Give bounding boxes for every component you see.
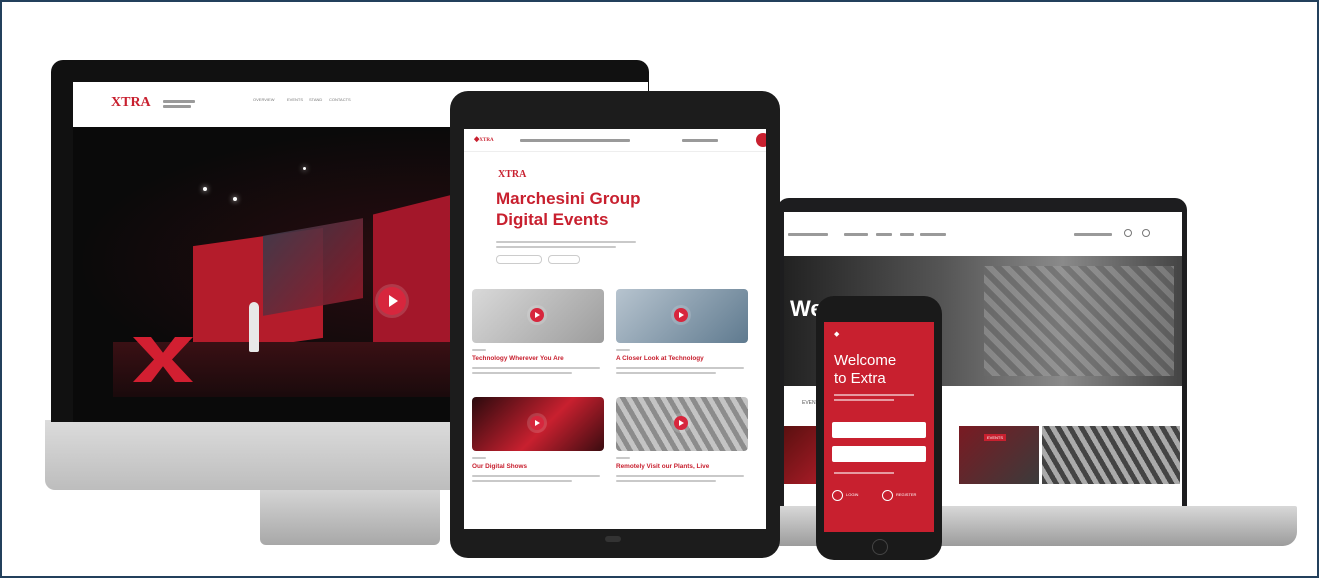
- tablet-card-1-play[interactable]: [530, 308, 544, 322]
- tablet-card-4[interactable]: Remotely Visit our Plants, Live: [616, 397, 748, 497]
- phone-register-label: REGISTER: [896, 492, 917, 497]
- laptop-gallery-image-3[interactable]: [1042, 426, 1180, 484]
- tablet-screen: ◆XTRA XTRA Marchesini Group Digital Even…: [464, 129, 766, 529]
- tablet-card-4-logo-line: [616, 457, 630, 459]
- presenter-figure: [249, 302, 259, 352]
- phone-register-button[interactable]: REGISTER: [882, 490, 932, 502]
- laptop-header: [784, 212, 1182, 256]
- tablet-card-1-title: Technology Wherever You Are: [472, 355, 564, 362]
- phone-logo: ◆: [834, 330, 840, 338]
- phone-login-label: LOGIN: [846, 492, 859, 497]
- tablet-card-4-desc-2: [616, 480, 716, 482]
- tablet-hero-title-line1: Marchesini Group: [496, 189, 641, 208]
- tablet-card-1-desc-1: [472, 367, 600, 369]
- tablet-search-line: [682, 139, 718, 142]
- tablet-card-2-image: [616, 289, 748, 343]
- tablet-header-logo[interactable]: ◆XTRA: [474, 135, 504, 145]
- tablet-hero-text-2: [496, 246, 616, 248]
- laptop-nav-line-1: [788, 233, 828, 236]
- monitor-stand: [260, 490, 440, 545]
- tablet-card-3-desc-2: [472, 480, 572, 482]
- tablet-card-1-desc-2: [472, 372, 572, 374]
- screenshot-frame: XTRA OVERVIEW EVENTS STAND CONTACTS EVEN…: [0, 0, 1319, 578]
- phone-title-line1: Welcome: [834, 352, 897, 369]
- laptop-machinery: [984, 266, 1174, 376]
- stage-light-2: [233, 197, 237, 201]
- tablet-card-2-desc-2: [616, 372, 716, 374]
- phone-register-icon: [882, 490, 893, 501]
- tablet-header: ◆XTRA: [464, 129, 766, 152]
- tablet-menu-icon[interactable]: [756, 133, 766, 147]
- tablet-nav-line: [520, 139, 630, 142]
- desktop-play-button[interactable]: [378, 287, 406, 315]
- tablet-card-2-logo-line: [616, 349, 630, 351]
- tablet-card-4-play[interactable]: [674, 416, 688, 430]
- desktop-nav-overview[interactable]: OVERVIEW: [253, 97, 275, 102]
- laptop-nav-line-3: [876, 233, 892, 236]
- tablet-card-1-logo-line: [472, 349, 486, 351]
- tablet: ◆XTRA XTRA Marchesini Group Digital Even…: [450, 91, 780, 558]
- laptop-search-icon[interactable]: [1124, 229, 1132, 237]
- phone-forgot-link[interactable]: [834, 472, 894, 474]
- tablet-card-3-title: Our Digital Shows: [472, 463, 528, 470]
- desktop-nav-events[interactable]: EVENTS: [287, 97, 303, 102]
- tablet-card-4-image: [616, 397, 748, 451]
- desktop-logo[interactable]: XTRA: [111, 95, 151, 111]
- stage-screen: [263, 218, 363, 316]
- stage-light-3: [303, 167, 306, 170]
- tablet-home-button[interactable]: [605, 536, 621, 542]
- laptop-user-icon[interactable]: [1142, 229, 1150, 237]
- laptop-nav-line-4: [900, 233, 914, 236]
- desktop-tagline-2: [163, 105, 191, 108]
- stage-light-1: [203, 187, 207, 191]
- phone-subtitle-line-1: [834, 394, 914, 396]
- tablet-hero-button-2[interactable]: [548, 255, 580, 264]
- tablet-card-4-title: Remotely Visit our Plants, Live: [616, 463, 710, 470]
- tablet-card-3-image: [472, 397, 604, 451]
- tablet-card-2-title: A Closer Look at Technology: [616, 355, 704, 362]
- desktop-tagline: [163, 100, 195, 103]
- tablet-card-1[interactable]: Technology Wherever You Are: [472, 289, 604, 389]
- tablet-card-4-desc-1: [616, 475, 744, 477]
- tablet-card-2[interactable]: A Closer Look at Technology: [616, 289, 748, 389]
- desktop-nav-contacts[interactable]: CONTACTS: [329, 97, 351, 102]
- phone-screen: ◆ Welcome to Extra LOGIN REGISTER: [824, 322, 934, 532]
- desktop-nav-stand[interactable]: STAND: [309, 97, 322, 102]
- phone-home-button[interactable]: [872, 539, 888, 555]
- tablet-hero-button-1[interactable]: [496, 255, 542, 264]
- laptop-nav-line-2: [844, 233, 868, 236]
- tablet-card-2-play[interactable]: [674, 308, 688, 322]
- phone-login-icon: [832, 490, 843, 501]
- laptop-gallery-banner: EVENTS: [984, 434, 1007, 441]
- phone-title-line2: to Extra: [834, 370, 886, 387]
- phone: ◆ Welcome to Extra LOGIN REGISTER: [816, 296, 942, 560]
- tablet-card-2-desc-1: [616, 367, 744, 369]
- tablet-card-3-logo-line: [472, 457, 486, 459]
- tablet-hero-logo: XTRA: [498, 169, 527, 180]
- tablet-card-3-play[interactable]: [530, 416, 544, 430]
- phone-subtitle-line-2: [834, 399, 894, 401]
- tablet-hero-title-line2: Digital Events: [496, 210, 609, 229]
- laptop-search-line: [1074, 233, 1112, 236]
- tablet-hero-text-1: [496, 241, 636, 243]
- phone-password-field[interactable]: [832, 446, 926, 462]
- phone-login-button[interactable]: LOGIN: [832, 490, 872, 502]
- phone-email-field[interactable]: [832, 422, 926, 438]
- tablet-card-3-desc-1: [472, 475, 600, 477]
- tablet-card-3[interactable]: Our Digital Shows: [472, 397, 604, 497]
- tablet-card-1-image: [472, 289, 604, 343]
- laptop-nav-line-5: [920, 233, 946, 236]
